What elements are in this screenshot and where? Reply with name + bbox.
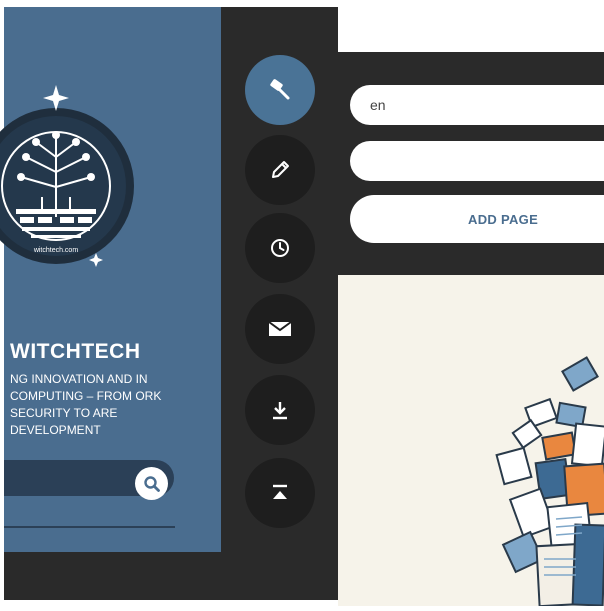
sidebar-divider xyxy=(4,526,175,528)
edit-button[interactable] xyxy=(245,135,315,205)
add-page-button[interactable]: ADD PAGE xyxy=(350,195,604,243)
sidebar-footer xyxy=(4,552,221,600)
download-icon xyxy=(273,402,287,420)
scroll-top-icon xyxy=(273,484,287,499)
email-button[interactable] xyxy=(245,294,315,364)
scroll-top-button[interactable] xyxy=(245,458,315,528)
gavel-button[interactable] xyxy=(245,55,315,125)
download-button[interactable] xyxy=(245,375,315,445)
brand-tagline: NG INNOVATION AND IN COMPUTING – FROM OR… xyxy=(10,372,162,437)
page-title-field[interactable] xyxy=(350,141,604,181)
history-button[interactable] xyxy=(245,213,315,283)
add-page-panel: ADD PAGE xyxy=(338,52,604,275)
search-button[interactable] xyxy=(135,467,168,500)
svg-text:witchtech.com: witchtech.com xyxy=(33,247,79,254)
action-toolbar xyxy=(221,7,338,600)
language-field[interactable] xyxy=(350,85,604,125)
gavel-icon xyxy=(270,79,290,100)
witchtech-logo: witchtech.com xyxy=(0,85,134,267)
pencil-icon xyxy=(272,161,289,178)
envelope-icon xyxy=(268,321,292,336)
clock-icon xyxy=(271,239,289,257)
search-icon xyxy=(143,475,160,492)
illustration xyxy=(338,275,604,608)
brand-name: WITCHTECH xyxy=(10,340,141,363)
documents-illustration xyxy=(495,356,604,608)
